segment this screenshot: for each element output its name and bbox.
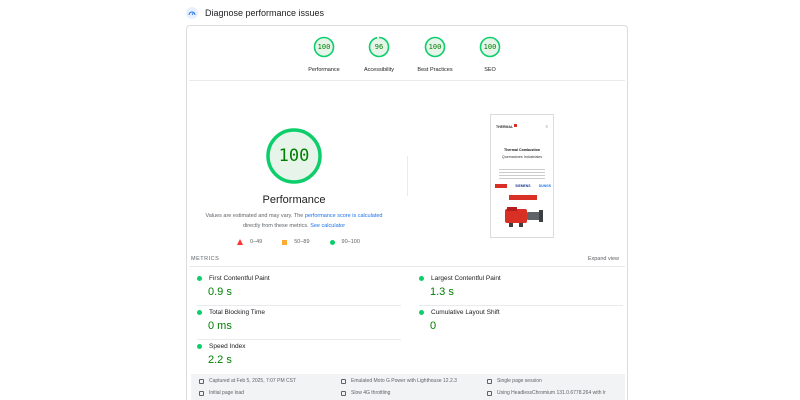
screenshot-button [509,195,537,200]
metric-largest-contentful-paint: Largest Contentful Paint 1.3 s [419,275,619,298]
captured-text: Captured at Feb 5, 2025, 7:07 PM CST [209,378,296,384]
screenshot-heading: Thermal Combustion [504,148,540,152]
timer-icon [199,390,204,396]
brand-logo [495,184,507,188]
gauge-seo[interactable]: 100 SEO [460,36,520,73]
score-legend: 0–49 50–89 90–100 [237,239,380,245]
performance-gauge-icon [186,7,198,19]
session-info: Single page session [487,378,542,384]
score-ring: 100 [479,36,501,58]
see-calculator-link[interactable]: See calculator [310,223,345,229]
divider [407,156,408,196]
pass-circle-icon [197,276,202,281]
page-screenshot: THERMAL ≡ Thermal Combustion Quemadores … [490,114,554,238]
burner-image [505,207,543,227]
score-calculated-link[interactable]: performance score is calculated [305,213,383,219]
metric-name: First Contentful Paint [209,275,270,282]
metric-value: 2.2 s [208,354,232,366]
metric-cumulative-layout-shift: Cumulative Layout Shift 0 [419,305,623,332]
performance-title: Performance [262,194,326,206]
brand-logo: SIEMENS [515,184,531,188]
metric-value: 0 [430,320,437,332]
divider [197,339,401,340]
desc-text: directly from these metrics. [242,223,309,229]
browser-text: Using HeadlessChromium 131.0.6778.264 wi… [497,390,606,396]
pass-circle-icon [419,276,424,281]
device-text: Emulated Moto G Power with Lighthouse 12… [351,378,457,384]
performance-score-value: 100 [278,146,310,166]
divider [189,266,625,267]
session-text: Single page session [497,378,542,384]
captured-at: Captured at Feb 5, 2025, 7:07 PM CST [199,378,296,384]
device-icon [341,378,346,384]
score-ring: 100 [424,36,446,58]
desc-text: Values are estimated and may vary. The [205,213,304,219]
device-info: Emulated Moto G Power with Lighthouse 12… [341,378,457,384]
gauge-label: Accessibility [364,67,394,73]
expand-view-toggle[interactable]: Expand view [588,256,619,262]
metric-value: 0 ms [208,320,232,332]
menu-icon: ≡ [545,124,548,129]
gauge-label: Best Practices [417,67,453,73]
pass-circle-icon [197,344,202,349]
legend-range: 50–89 [294,239,310,245]
gauge-best-practices[interactable]: 100 Best Practices [405,36,465,73]
wifi-icon [341,390,346,396]
logo-mark [514,124,517,127]
pass-circle-icon [197,310,202,315]
metric-name: Total Blocking Time [209,309,265,316]
score-value: 100 [428,43,442,51]
metric-total-blocking-time: Total Blocking Time 0 ms [197,305,401,332]
legend-range: 90–100 [341,239,360,245]
throttle-text: Slow 4G throttling [351,390,391,396]
divider [197,305,401,306]
gauge-label: Performance [308,67,340,73]
browser-icon [487,390,492,396]
gauge-performance[interactable]: 100 Performance [294,36,354,73]
brand-logo: DUNGS [538,184,551,188]
circle-icon [329,239,335,245]
metrics-heading: METRICS [191,256,220,262]
screenshot-brands: SIEMENS DUNGS [495,184,551,188]
metric-value: 1.3 s [430,286,454,298]
initial-load: Initial page load [199,390,244,396]
score-value: 96 [374,43,384,51]
legend-range: 0–49 [250,239,263,245]
score-ring: 96 [368,36,390,58]
site-logo: THERMAL [496,125,514,129]
score-value: 100 [317,43,331,51]
pass-circle-icon [419,310,424,315]
calendar-icon [199,378,204,384]
screenshot-text-lines [499,169,545,170]
score-ring: 100 [313,36,335,58]
metric-speed-index: Speed Index 2.2 s [197,339,401,366]
page-header: Diagnose performance issues [186,6,324,20]
legend-fail: 0–49 [237,239,262,245]
divider [189,80,625,81]
gauge-accessibility[interactable]: 96 Accessibility [349,36,409,73]
lighthouse-report-card: 100 Performance 96 Accessibility 100 Bes… [186,25,628,400]
score-value: 100 [483,43,497,51]
initial-text: Initial page load [209,390,245,396]
page-title: Diagnose performance issues [205,8,325,18]
runtime-settings: Captured at Feb 5, 2025, 7:07 PM CST Emu… [191,374,625,400]
metric-name: Cumulative Layout Shift [431,309,500,316]
legend-average: 50–89 [282,239,310,245]
gauge-label: SEO [484,67,496,73]
browser-info: Using HeadlessChromium 131.0.6778.264 wi… [487,390,606,396]
divider [419,305,623,306]
metric-first-contentful-paint: First Contentful Paint 0.9 s [197,275,397,298]
score-description: Values are estimated and may vary. The p… [199,211,389,231]
session-icon [487,378,492,384]
throttling-info: Slow 4G throttling [341,390,390,396]
category-gauges: 100 Performance 96 Accessibility 100 Bes… [187,36,627,82]
performance-score-gauge: 100 [265,127,323,185]
triangle-icon [237,239,243,245]
legend-pass: 90–100 [329,239,360,245]
metric-name: Speed Index [209,343,246,350]
square-icon [282,239,288,245]
metric-name: Largest Contentful Paint [431,275,501,282]
screenshot-subheading: Quemadores Industriales [501,155,543,159]
metric-value: 0.9 s [208,286,232,298]
